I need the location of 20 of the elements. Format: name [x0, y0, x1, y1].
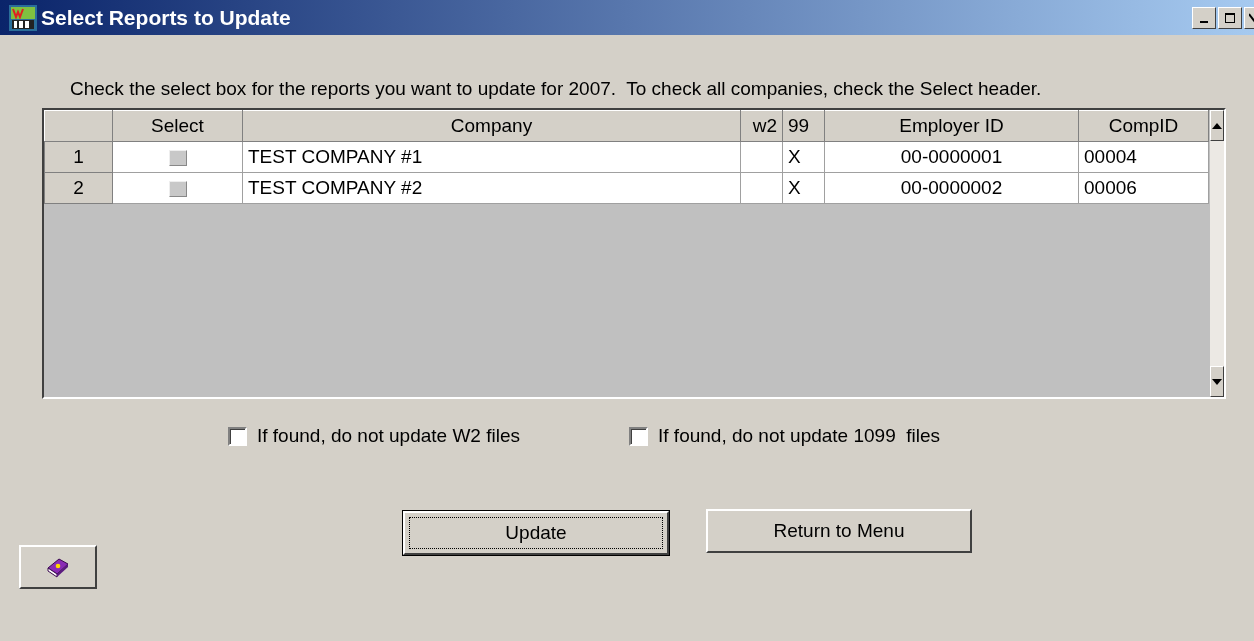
- table-cell: 00006: [1078, 172, 1209, 204]
- column-header[interactable]: w2: [740, 110, 783, 142]
- table-cell: 00004: [1078, 141, 1209, 173]
- option-label[interactable]: If found, do not update 1099 files: [658, 425, 941, 447]
- row-header[interactable]: 2: [44, 172, 113, 204]
- window-title: Select Reports to Update: [41, 5, 291, 30]
- table-cell: TEST COMPANY #2: [242, 172, 741, 204]
- table-cell: TEST COMPANY #1: [242, 141, 741, 173]
- table-cell: 00-0000002: [824, 172, 1079, 204]
- row-header[interactable]: 1: [44, 141, 113, 173]
- column-header[interactable]: Select: [112, 110, 243, 142]
- instruction-text: Check the select box for the reports you want to update for 2007. To check all companies, check the Select header.: [70, 78, 1043, 101]
- return-button[interactable]: Return to Menu: [706, 509, 972, 553]
- column-header[interactable]: CompID: [1078, 110, 1209, 142]
- column-header[interactable]: Company: [242, 110, 741, 142]
- update-button[interactable]: Update: [403, 511, 669, 555]
- option-label[interactable]: If found, do not update W2 files: [257, 425, 520, 447]
- table-cell: 00-0000001: [824, 141, 1079, 173]
- column-header[interactable]: 99: [782, 110, 825, 142]
- column-header[interactable]: Employer ID: [824, 110, 1079, 142]
